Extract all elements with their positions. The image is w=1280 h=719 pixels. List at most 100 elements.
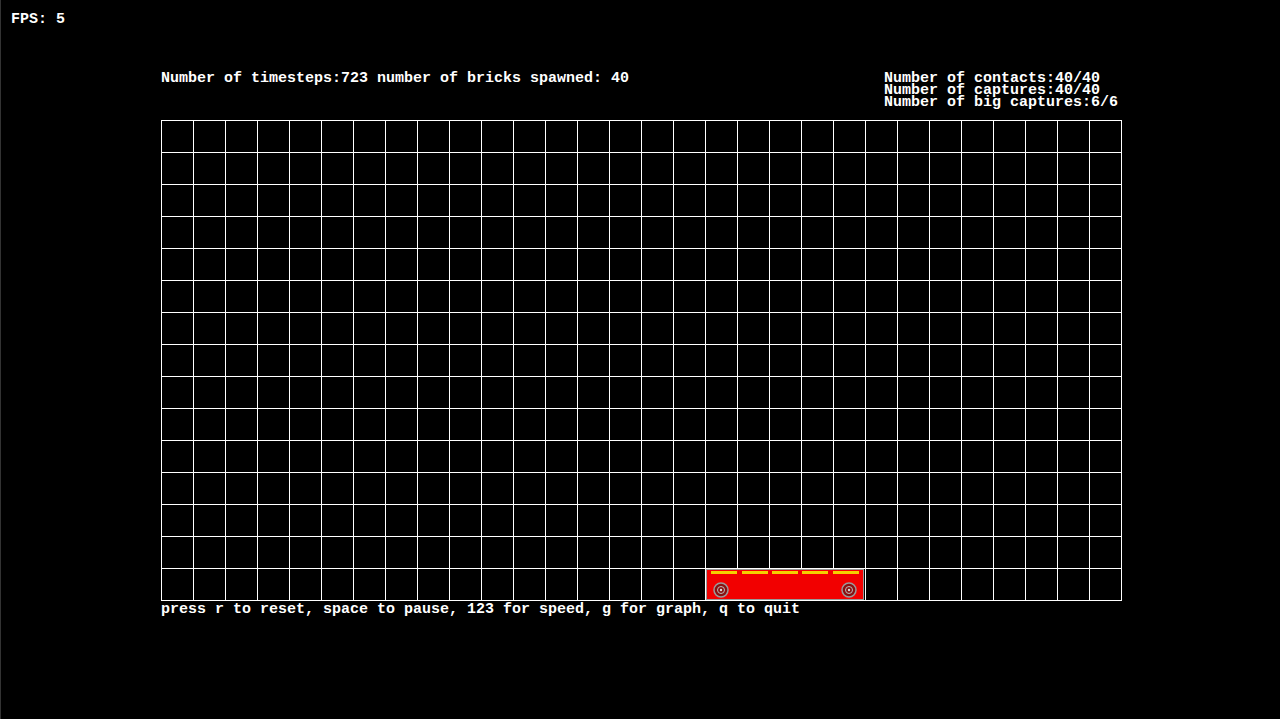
grid-cell — [450, 249, 482, 281]
grid-cell — [290, 281, 322, 313]
grid-cell — [322, 505, 354, 537]
grid-cell — [354, 409, 386, 441]
grid-cell — [674, 313, 706, 345]
grid-cell — [770, 377, 802, 409]
grid-cell — [226, 377, 258, 409]
grid-cell — [674, 185, 706, 217]
grid-cell — [994, 313, 1026, 345]
grid-cell — [1026, 281, 1058, 313]
cart[interactable] — [706, 569, 864, 600]
board — [161, 120, 1122, 601]
grid-cell — [258, 537, 290, 569]
grid-cell — [1058, 281, 1090, 313]
grid-cell — [546, 441, 578, 473]
grid-cell — [834, 345, 866, 377]
grid-cell — [386, 121, 418, 153]
grid-cell — [162, 281, 194, 313]
grid-cell — [450, 409, 482, 441]
grid-cell — [386, 153, 418, 185]
grid-cell — [226, 121, 258, 153]
grid-cell — [578, 441, 610, 473]
grid-cell — [1026, 569, 1058, 601]
grid-cell — [738, 249, 770, 281]
grid-cell — [546, 153, 578, 185]
game-area: Number of timesteps:723 number of bricks… — [161, 73, 1122, 617]
grid-cell — [1058, 153, 1090, 185]
grid-cell — [1026, 441, 1058, 473]
grid-cell — [642, 121, 674, 153]
grid-cell — [450, 537, 482, 569]
grid-cell — [898, 313, 930, 345]
grid-cell — [258, 249, 290, 281]
grid-cell — [770, 313, 802, 345]
grid-cell — [354, 473, 386, 505]
grid-cell — [578, 377, 610, 409]
grid-cell — [674, 153, 706, 185]
grid-cell — [194, 377, 226, 409]
grid — [161, 120, 1122, 601]
grid-cell — [258, 153, 290, 185]
grid-cell — [802, 505, 834, 537]
grid-cell — [194, 153, 226, 185]
grid-cell — [770, 505, 802, 537]
grid-cell — [866, 377, 898, 409]
grid-cell — [674, 569, 706, 601]
grid-cell — [418, 569, 450, 601]
grid-cell — [706, 377, 738, 409]
grid-cell — [482, 505, 514, 537]
grid-cell — [450, 345, 482, 377]
grid-cell — [674, 441, 706, 473]
grid-cell — [226, 409, 258, 441]
grid-cell — [258, 313, 290, 345]
grid-cell — [1026, 121, 1058, 153]
grid-cell — [354, 505, 386, 537]
grid-cell — [1058, 121, 1090, 153]
grid-cell — [322, 153, 354, 185]
grid-cell — [1090, 313, 1122, 345]
grid-cell — [322, 377, 354, 409]
stat-line: Number of captures:40/40 — [884, 85, 1118, 97]
grid-cell — [834, 153, 866, 185]
grid-cell — [834, 121, 866, 153]
grid-cell — [290, 537, 322, 569]
grid-cell — [546, 121, 578, 153]
grid-cell — [290, 409, 322, 441]
grid-cell — [770, 345, 802, 377]
grid-cell — [322, 281, 354, 313]
grid-cell — [418, 473, 450, 505]
grid-cell — [1058, 505, 1090, 537]
grid-cell — [162, 441, 194, 473]
grid-cell — [354, 441, 386, 473]
grid-cell — [802, 409, 834, 441]
grid-cell — [738, 313, 770, 345]
grid-cell — [386, 409, 418, 441]
grid-cell — [770, 409, 802, 441]
grid-cell — [418, 377, 450, 409]
grid-cell — [354, 153, 386, 185]
grid-cell — [1090, 409, 1122, 441]
grid-cell — [610, 569, 642, 601]
grid-cell — [1090, 537, 1122, 569]
grid-cell — [226, 537, 258, 569]
grid-cell — [226, 473, 258, 505]
grid-cell — [162, 153, 194, 185]
grid-cell — [674, 121, 706, 153]
grid-cell — [674, 473, 706, 505]
grid-cell — [610, 313, 642, 345]
grid-cell — [674, 281, 706, 313]
grid-cell — [1058, 313, 1090, 345]
grid-cell — [450, 121, 482, 153]
grid-cell — [642, 537, 674, 569]
cart-segment — [711, 571, 737, 574]
grid-cell — [322, 441, 354, 473]
grid-cell — [834, 409, 866, 441]
grid-cell — [290, 185, 322, 217]
grid-cell — [930, 569, 962, 601]
grid-cell — [1026, 249, 1058, 281]
grid-cell — [642, 505, 674, 537]
grid-cell — [802, 249, 834, 281]
grid-cell — [546, 473, 578, 505]
grid-cell — [194, 441, 226, 473]
grid-cell — [290, 473, 322, 505]
grid-cell — [738, 473, 770, 505]
